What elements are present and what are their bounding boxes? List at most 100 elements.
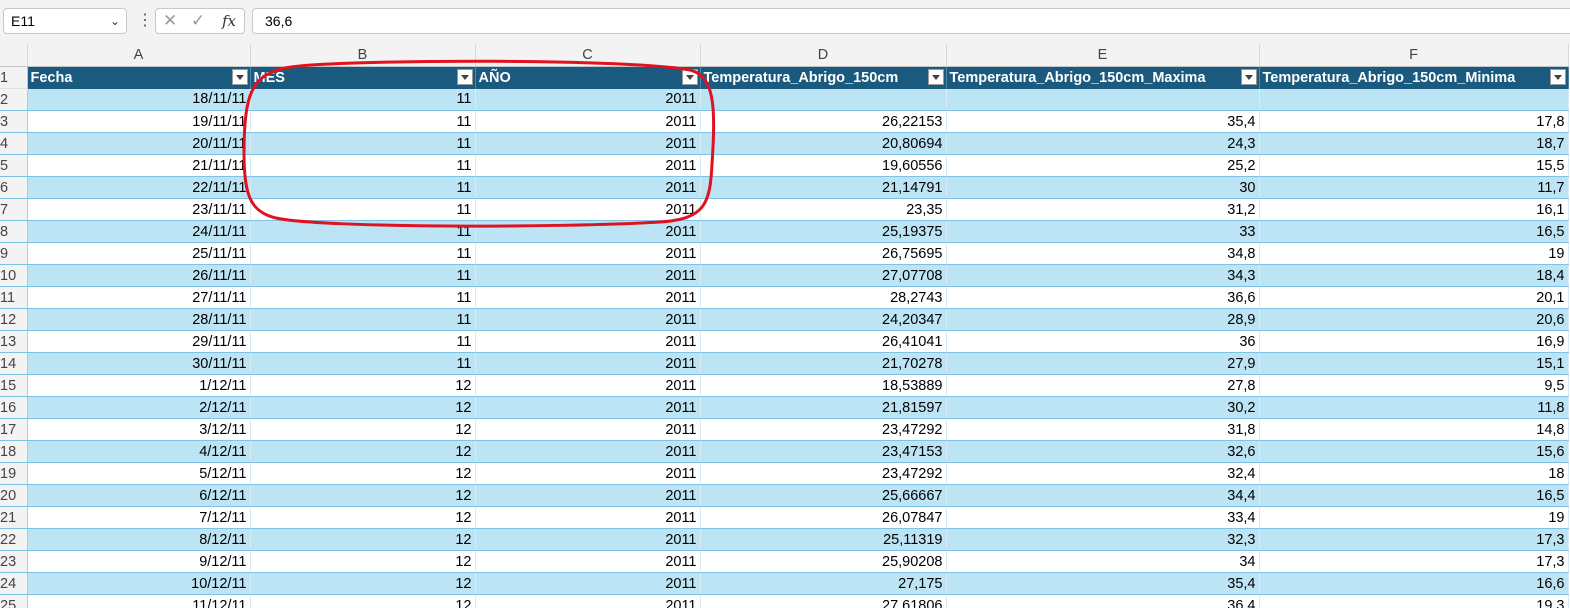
cell-temperatura-minima[interactable]: 19,3 [1259,594,1569,608]
filter-dropdown-icon[interactable] [681,69,698,85]
cell-temperatura[interactable]: 26,07847 [700,506,947,529]
cell-temperatura-minima[interactable]: 16,5 [1259,220,1569,243]
cell-temperatura-minima[interactable]: 20,1 [1259,286,1569,309]
cell-fecha[interactable]: 27/11/11 [27,286,251,309]
cell-fecha[interactable]: 11/12/11 [27,594,251,608]
cell-temperatura[interactable]: 23,47292 [700,462,947,485]
header-cell-temperatura-minima[interactable]: Temperatura_Abrigo_150cm_Minima [1259,66,1569,89]
row-number[interactable]: 3 [0,110,28,133]
cell-fecha[interactable]: 23/11/11 [27,198,251,221]
filter-dropdown-icon[interactable] [231,69,248,85]
cell-ano[interactable]: 2011 [475,198,701,221]
cell-fecha[interactable]: 24/11/11 [27,220,251,243]
filter-dropdown-icon[interactable] [1240,69,1257,85]
row-number[interactable]: 5 [0,154,28,177]
row-number[interactable]: 17 [0,418,28,441]
cell-mes[interactable]: 12 [250,396,476,419]
cell-ano[interactable]: 2011 [475,484,701,507]
cell-temperatura-maxima[interactable]: 33 [946,220,1260,243]
cell-mes[interactable]: 11 [250,198,476,221]
cell-mes[interactable]: 12 [250,418,476,441]
cell-temperatura[interactable]: 23,47292 [700,418,947,441]
cell-temperatura-minima[interactable]: 15,1 [1259,352,1569,375]
column-header-b[interactable]: B [250,44,476,67]
cell-temperatura-maxima[interactable]: 28,9 [946,308,1260,331]
cell-temperatura[interactable]: 26,41041 [700,330,947,353]
column-header-e[interactable]: E [946,44,1260,67]
cell-temperatura-minima[interactable]: 17,3 [1259,550,1569,573]
cell-fecha[interactable]: 30/11/11 [27,352,251,375]
cell-temperatura-minima[interactable]: 19 [1259,506,1569,529]
column-header-d[interactable]: D [700,44,947,67]
cell-temperatura[interactable]: 24,20347 [700,308,947,331]
cell-ano[interactable]: 2011 [475,396,701,419]
cell-temperatura[interactable]: 27,175 [700,572,947,595]
cell-mes[interactable]: 11 [250,352,476,375]
cell-mes[interactable]: 12 [250,440,476,463]
header-cell-ano[interactable]: AÑO [475,66,701,89]
cell-fecha[interactable]: 26/11/11 [27,264,251,287]
cell-temperatura-maxima[interactable]: 34,4 [946,484,1260,507]
cell-temperatura-maxima[interactable]: 24,3 [946,132,1260,155]
cell-temperatura-maxima[interactable]: 34,8 [946,242,1260,265]
cell-ano[interactable]: 2011 [475,330,701,353]
cell-temperatura-maxima[interactable]: 36,6 [946,286,1260,309]
cell-temperatura-maxima[interactable]: 33,4 [946,506,1260,529]
cell-temperatura[interactable]: 23,47153 [700,440,947,463]
column-header-c[interactable]: C [475,44,701,67]
cell-fecha[interactable]: 20/11/11 [27,132,251,155]
row-number[interactable]: 8 [0,220,28,243]
cell-temperatura-minima[interactable]: 19 [1259,242,1569,265]
cell-ano[interactable]: 2011 [475,506,701,529]
cell-temperatura-minima[interactable]: 16,1 [1259,198,1569,221]
row-number[interactable]: 11 [0,286,28,309]
row-number[interactable]: 2 [0,88,28,111]
cell-temperatura-minima[interactable]: 18 [1259,462,1569,485]
cell-temperatura[interactable]: 27,61806 [700,594,947,608]
more-options-icon[interactable]: ⋮ [137,10,153,32]
row-number[interactable]: 24 [0,572,28,595]
row-number[interactable]: 13 [0,330,28,353]
cell-temperatura[interactable]: 25,19375 [700,220,947,243]
cell-ano[interactable]: 2011 [475,572,701,595]
cell-temperatura[interactable]: 27,07708 [700,264,947,287]
cell-mes[interactable]: 11 [250,308,476,331]
cell-temperatura-minima[interactable]: 17,3 [1259,528,1569,551]
cell-temperatura-maxima[interactable]: 36,4 [946,594,1260,608]
cell-temperatura-maxima[interactable]: 31,8 [946,418,1260,441]
cell-temperatura-minima[interactable] [1259,88,1569,111]
row-number[interactable]: 16 [0,396,28,419]
cell-temperatura-maxima[interactable]: 25,2 [946,154,1260,177]
cell-temperatura-maxima[interactable]: 32,6 [946,440,1260,463]
cell-temperatura[interactable]: 25,66667 [700,484,947,507]
header-cell-temperatura-maxima[interactable]: Temperatura_Abrigo_150cm_Maxima [946,66,1260,89]
cell-fecha[interactable]: 29/11/11 [27,330,251,353]
cell-fecha[interactable]: 6/12/11 [27,484,251,507]
cell-temperatura-maxima[interactable]: 32,4 [946,462,1260,485]
cell-ano[interactable]: 2011 [475,352,701,375]
cell-mes[interactable]: 11 [250,88,476,111]
cell-mes[interactable]: 11 [250,220,476,243]
cell-ano[interactable]: 2011 [475,462,701,485]
row-number[interactable]: 12 [0,308,28,331]
cell-temperatura-minima[interactable]: 18,4 [1259,264,1569,287]
row-number[interactable]: 25 [0,594,28,608]
cell-temperatura-maxima[interactable]: 34 [946,550,1260,573]
cell-ano[interactable]: 2011 [475,176,701,199]
cell-fecha[interactable]: 9/12/11 [27,550,251,573]
cell-temperatura-minima[interactable]: 11,7 [1259,176,1569,199]
cell-mes[interactable]: 12 [250,550,476,573]
cell-ano[interactable]: 2011 [475,88,701,111]
cell-fecha[interactable]: 8/12/11 [27,528,251,551]
cell-fecha[interactable]: 18/11/11 [27,88,251,111]
cell-fecha[interactable]: 28/11/11 [27,308,251,331]
cell-mes[interactable]: 12 [250,374,476,397]
row-number[interactable]: 15 [0,374,28,397]
formula-input[interactable]: 36,6 [252,8,1570,34]
cell-temperatura-maxima[interactable]: 31,2 [946,198,1260,221]
row-number[interactable]: 6 [0,176,28,199]
cell-temperatura[interactable]: 28,2743 [700,286,947,309]
cell-ano[interactable]: 2011 [475,110,701,133]
row-number[interactable]: 1 [0,66,28,89]
cell-temperatura-minima[interactable]: 17,8 [1259,110,1569,133]
